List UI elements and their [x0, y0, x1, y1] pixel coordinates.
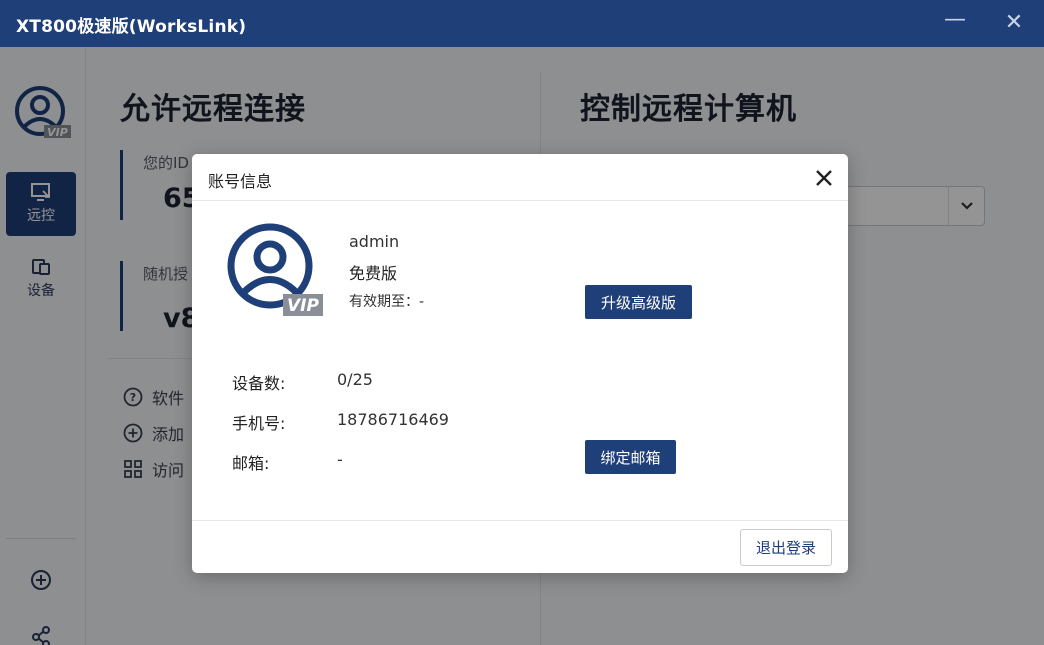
logout-button[interactable]: 退出登录: [740, 529, 832, 566]
dialog-footer-divider: [192, 520, 848, 521]
close-icon[interactable]: ✕: [999, 8, 1029, 38]
window-title: XT800极速版(WorksLink): [16, 17, 247, 37]
title-bar: XT800极速版(WorksLink) — ✕: [0, 0, 1044, 47]
phone-value: 18786716469: [337, 410, 449, 429]
expire-date: 有效期至：-: [349, 294, 425, 310]
phone-label: 手机号:: [232, 414, 286, 433]
user-vip-avatar-icon: VIP: [227, 223, 323, 316]
account-info-dialog: 账号信息 VIP admin 免费版 有效期至：- 升级高级版 设备数: 0/2…: [192, 154, 848, 573]
plan-type: 免费版: [349, 264, 398, 283]
device-count-value: 0/25: [337, 370, 373, 389]
upgrade-button[interactable]: 升级高级版: [585, 285, 692, 319]
device-count-label: 设备数:: [232, 374, 286, 393]
email-value: -: [337, 450, 343, 469]
bind-email-button[interactable]: 绑定邮箱: [585, 440, 676, 474]
dialog-header: 账号信息: [192, 154, 848, 201]
dialog-title: 账号信息: [208, 172, 273, 191]
username: admin: [349, 232, 400, 251]
dialog-close-icon[interactable]: [811, 165, 837, 191]
vip-badge: VIP: [287, 296, 319, 316]
email-label: 邮箱:: [232, 454, 270, 473]
minimize-icon[interactable]: —: [940, 8, 970, 38]
